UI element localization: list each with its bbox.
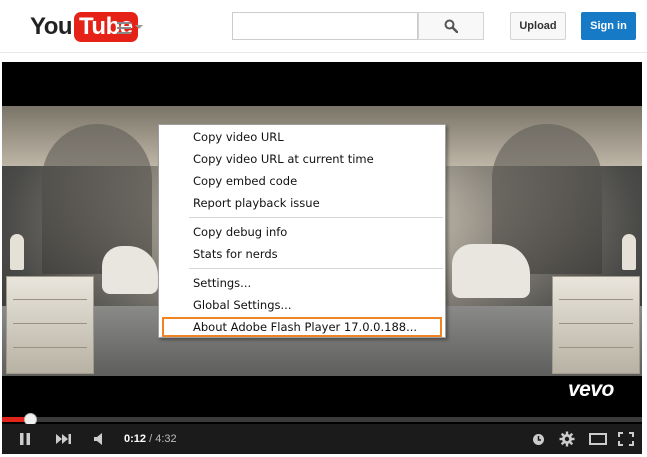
video-scene-statue bbox=[10, 234, 24, 270]
sign-in-button[interactable]: Sign in bbox=[581, 12, 636, 40]
menu-item-copy-url-at-time[interactable]: Copy video URL at current time bbox=[193, 148, 374, 170]
menu-item-copy-debug-info[interactable]: Copy debug info bbox=[193, 221, 287, 243]
video-scene-cabinet bbox=[552, 276, 640, 374]
settings-button[interactable] bbox=[556, 424, 578, 454]
watch-later-button[interactable] bbox=[528, 424, 548, 454]
video-scene-cabinet bbox=[6, 276, 94, 374]
search-icon bbox=[444, 19, 458, 33]
volume-icon bbox=[94, 433, 102, 445]
pause-icon bbox=[20, 433, 30, 445]
fullscreen-button[interactable] bbox=[614, 424, 638, 454]
menu-separator bbox=[189, 268, 443, 269]
volume-button[interactable] bbox=[88, 424, 112, 454]
pause-button[interactable] bbox=[12, 424, 38, 454]
menu-item-settings[interactable]: Settings... bbox=[193, 272, 251, 294]
progress-bar[interactable] bbox=[2, 417, 642, 422]
menu-item-copy-embed-code[interactable]: Copy embed code bbox=[193, 170, 297, 192]
video-scene-horse bbox=[452, 244, 530, 298]
menu-item-about-flash-player[interactable]: About Adobe Flash Player 17.0.0.188... bbox=[193, 316, 417, 338]
theater-mode-icon bbox=[589, 433, 607, 445]
time-display: 0:12 / 4:32 bbox=[124, 424, 177, 454]
search-button[interactable] bbox=[418, 12, 484, 40]
next-button[interactable] bbox=[52, 424, 76, 454]
player-controls: 0:12 / 4:32 bbox=[2, 424, 642, 454]
vevo-watermark: vevo bbox=[568, 378, 614, 401]
time-separator: / bbox=[146, 433, 156, 445]
theater-mode-button[interactable] bbox=[586, 424, 610, 454]
menu-item-stats-for-nerds[interactable]: Stats for nerds bbox=[193, 243, 278, 265]
logo-you-text: You bbox=[30, 13, 73, 40]
video-player[interactable]: vevo 0:12 / 4:32 Copy video URL Copy vid… bbox=[2, 62, 642, 454]
guide-menu-icon[interactable] bbox=[117, 20, 147, 36]
watch-later-icon bbox=[532, 433, 544, 445]
next-icon bbox=[56, 434, 71, 444]
context-menu: Copy video URL Copy video URL at current… bbox=[158, 124, 446, 338]
fullscreen-icon bbox=[618, 432, 634, 446]
menu-item-global-settings[interactable]: Global Settings... bbox=[193, 294, 291, 316]
menu-item-report-playback-issue[interactable]: Report playback issue bbox=[193, 192, 320, 214]
upload-button[interactable]: Upload bbox=[510, 12, 566, 40]
search-input[interactable] bbox=[232, 12, 418, 40]
menu-item-copy-video-url[interactable]: Copy video URL bbox=[193, 126, 284, 148]
settings-gear-icon bbox=[559, 431, 575, 447]
menu-separator bbox=[189, 217, 443, 218]
masthead: You Tube Upload Sign in bbox=[0, 0, 647, 53]
duration: 4:32 bbox=[155, 433, 177, 445]
current-time: 0:12 bbox=[124, 433, 147, 445]
video-scene-statue bbox=[622, 234, 636, 270]
